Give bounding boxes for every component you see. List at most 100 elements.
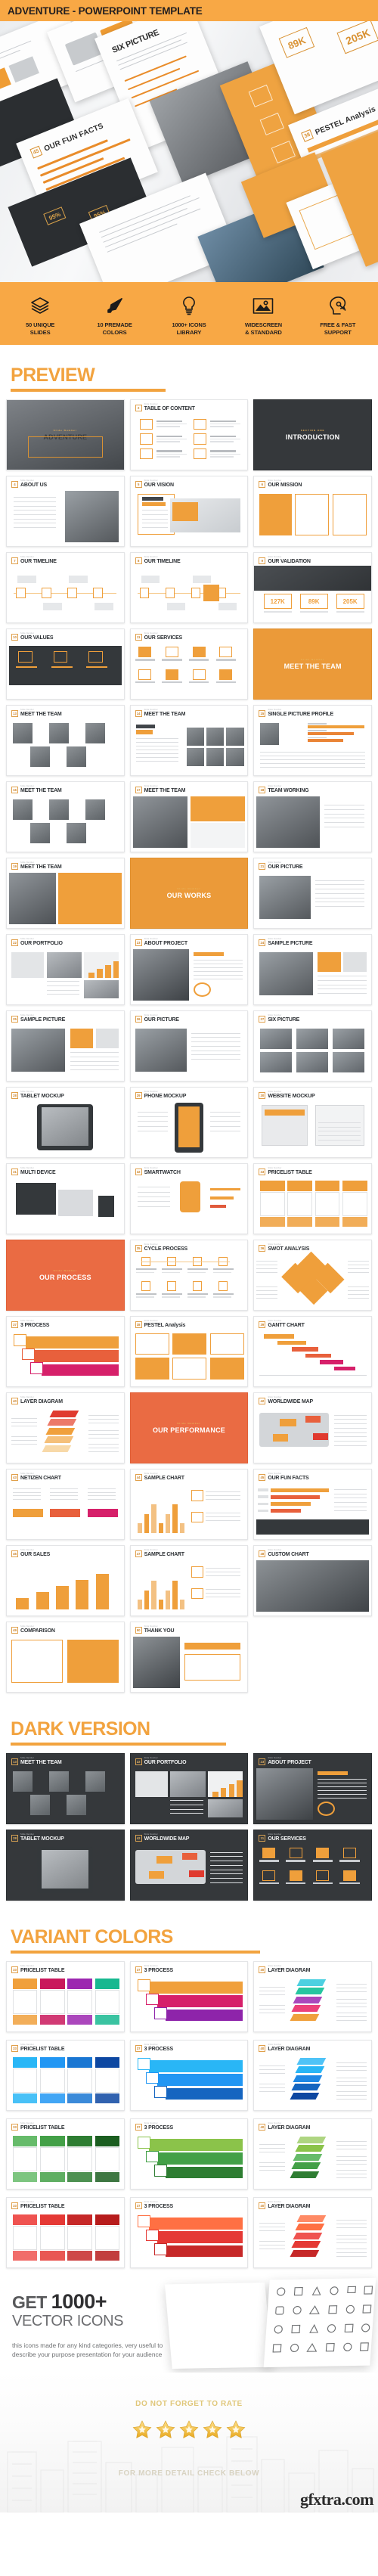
slide-shape <box>317 1771 349 1776</box>
slide-card[interactable]: 33 Slide Number PRICELIST TABLE <box>6 1961 125 2033</box>
slide-card[interactable]: 31 Slide Number MULTI DEVICE <box>6 1163 125 1235</box>
slide-shape <box>259 2072 285 2074</box>
slide-shape <box>308 732 354 735</box>
slide-title: SAMPLE CHART <box>144 1476 184 1482</box>
slide-card[interactable]: Slide Number OUR WORKS <box>129 858 249 930</box>
slide-card[interactable]: 49 Slide Number COMPARISON <box>6 1622 125 1693</box>
slide-number: 37 <box>135 2044 142 2052</box>
star-icon[interactable] <box>155 2419 176 2444</box>
slide-card[interactable]: 16 Slide Number MEET THE TEAM <box>6 781 125 853</box>
slide-shape <box>259 2069 285 2070</box>
slide-card[interactable]: 6 Slide Number OUR MISSION <box>253 476 372 548</box>
slide-card[interactable]: 40 Slide Number LAYER DIAGRAM <box>6 1392 125 1464</box>
slide-shape <box>205 1575 241 1576</box>
slide-card[interactable]: 14 Slide Number MEET THE TEAM <box>129 705 249 777</box>
slide-shape <box>67 1640 119 1683</box>
slide-card[interactable]: 4 Slide Number ABOUT US <box>6 476 125 548</box>
slide-shape <box>17 576 36 584</box>
slide-card[interactable]: 40 Slide Number LAYER DIAGRAM <box>253 2040 372 2112</box>
slide-card[interactable]: 29 Slide Number PHONE MOCKUP <box>129 1087 249 1159</box>
slide-card[interactable]: 23 Slide Number ABOUT PROJECT <box>253 1753 372 1825</box>
slide-card[interactable]: Slide Number OUR PROCESS <box>6 1240 125 1311</box>
slide-card[interactable]: 22 Slide Number OUR PORTFOLIO <box>129 1753 249 1825</box>
slide-card[interactable]: SECTION ONE INTRODUCTION <box>253 399 372 471</box>
slide-card[interactable]: 10 Slide Number OUR VALUES <box>6 628 125 700</box>
slide-shape <box>97 969 103 979</box>
slide-card[interactable]: 37 Slide Number 3 PROCESS <box>129 1961 249 2033</box>
slide-card[interactable]: 2 Slide Number TABLE OF CONTENT <box>129 399 249 471</box>
slide-card[interactable]: 19 Slide Number MEET THE TEAM <box>6 858 125 930</box>
slide-card[interactable]: 33 Slide Number PRICELIST TABLE <box>6 2118 125 2190</box>
slide-title: OUR SERVICES <box>268 1836 306 1842</box>
slide-card[interactable]: 36 Slide Number SWOT ANALYSIS <box>253 1240 372 1311</box>
feature-item: 50 UNIQUE SLIDES <box>3 293 77 336</box>
slide-card[interactable]: 11 Slide Number OUR SERVICES <box>253 1830 372 1901</box>
slide-card[interactable]: 26 Slide Number OUR PICTURE <box>129 1010 249 1082</box>
slide-card[interactable]: 40 Slide Number LAYER DIAGRAM <box>253 1961 372 2033</box>
slide-card[interactable]: 17 Slide Number MEET THE TEAM <box>129 781 249 853</box>
slide-card[interactable]: 44 Slide Number SAMPLE CHART <box>129 1469 249 1541</box>
star-icon[interactable] <box>202 2419 223 2444</box>
star-icon[interactable] <box>132 2419 153 2444</box>
slide-shape <box>205 1494 241 1496</box>
slide-card[interactable]: 43 Slide Number NETIZEN CHART <box>6 1469 125 1541</box>
slide-card[interactable]: 38 Slide Number PESTEL Analysis <box>129 1316 249 1388</box>
slide-shape <box>93 587 103 599</box>
star-icon[interactable] <box>225 2419 246 2444</box>
slide-card[interactable]: 9 Slide Number OUR VALIDATION 127K 89K 205K <box>253 552 372 624</box>
slide-card[interactable]: 22 Slide Number OUR PORTFOLIO <box>6 934 125 1006</box>
slide-card[interactable]: 7 Slide Number OUR TIMELINE <box>6 552 125 624</box>
slide-card[interactable]: 23 Slide Number ABOUT PROJECT <box>129 934 249 1006</box>
slide-title: PRICELIST TABLE <box>20 2204 65 2210</box>
icon-sheet-glyphs <box>272 2286 373 2353</box>
slide-card[interactable]: Slide Number ADVENTURE <box>6 399 125 471</box>
slide-card[interactable]: 37 Slide Number 3 PROCESS <box>129 2040 249 2112</box>
slide-card[interactable]: 40 Slide Number LAYER DIAGRAM <box>253 2197 372 2269</box>
slide-card[interactable]: 24 Slide Number SAMPLE PICTURE <box>253 934 372 1006</box>
slide-card[interactable]: 39 Slide Number GANTT CHART <box>253 1316 372 1388</box>
bar <box>144 1590 150 1610</box>
slide-shape <box>88 1418 119 1420</box>
slide-card[interactable]: 5 Slide Number OUR VISION <box>129 476 249 548</box>
slide-card[interactable]: 37 Slide Number 3 PROCESS <box>129 2197 249 2269</box>
slide-card[interactable]: Slide Number MEET THE TEAM <box>253 628 372 700</box>
slide-title: OUR SALES <box>20 1552 51 1558</box>
slide-card[interactable]: 28 Slide Number TABLET MOCKUP <box>6 1087 125 1159</box>
slide-card[interactable]: 21 Slide Number OUR PICTURE <box>253 858 372 930</box>
star-icon[interactable] <box>178 2419 200 2444</box>
slide-card[interactable]: 42 Slide Number WORLDWIDE MAP <box>253 1392 372 1464</box>
slide-card[interactable]: 13 Slide Number MEET THE TEAM <box>6 1753 125 1825</box>
slide-body <box>7 642 124 696</box>
slide-card[interactable]: Slide Number OUR PERFORMANCE <box>129 1392 249 1464</box>
slide-card[interactable]: 37 Slide Number 3 PROCESS <box>129 2118 249 2190</box>
slide-card[interactable]: 15 Slide Number SINGLE PICTURE PROFILE <box>253 705 372 777</box>
slide-card[interactable]: 13 Slide Number MEET THE TEAM <box>6 705 125 777</box>
slide-shape <box>256 1294 278 1296</box>
slide-card[interactable]: 35 Slide Number CYCLE PROCESS <box>129 1240 249 1311</box>
slide-card[interactable]: 27 Slide Number SIX PICTURE <box>253 1010 372 1082</box>
slide-card[interactable]: 18 Slide Number TEAM WORKING <box>253 781 372 853</box>
slide-card[interactable]: 33 Slide Number PRICELIST TABLE <box>6 2040 125 2112</box>
price-header <box>94 2135 120 2146</box>
slide-card[interactable]: 50 Slide Number THANK YOU <box>129 1622 249 1693</box>
process-step <box>153 2086 167 2098</box>
slide-card[interactable]: 37 Slide Number 3 PROCESS <box>6 1316 125 1388</box>
slide-card[interactable]: 47 Slide Number SAMPLE CHART <box>129 1545 249 1617</box>
slide-shape <box>191 1041 241 1043</box>
slide-card[interactable]: 40 Slide Number LAYER DIAGRAM <box>253 2118 372 2190</box>
star-rating[interactable] <box>0 2419 378 2444</box>
slide-number: 37 <box>11 1321 18 1328</box>
slide-card[interactable]: 46 Slide Number OUR SALES <box>6 1545 125 1617</box>
slide-card[interactable]: 11 Slide Number OUR SERVICES <box>129 628 249 700</box>
slide-card[interactable]: 33 Slide Number PRICELIST TABLE <box>253 1163 372 1235</box>
slide-card[interactable]: 25 Slide Number SAMPLE PICTURE <box>6 1010 125 1082</box>
slide-card[interactable]: 32 Slide Number SMARTWATCH <box>129 1163 249 1235</box>
slide-card[interactable]: 30 Slide Number WEBSITE MOCKUP <box>253 1087 372 1159</box>
slide-shape <box>46 989 79 991</box>
slide-card[interactable]: 48 Slide Number CUSTOM CHART <box>253 1545 372 1617</box>
slide-card[interactable]: 8 Slide Number OUR TIMELINE <box>129 552 249 624</box>
slide-card[interactable]: 28 Slide Number TABLET MOCKUP <box>6 1830 125 1901</box>
slide-card[interactable]: 42 Slide Number WORLDWIDE MAP <box>129 1830 249 1901</box>
slide-card[interactable]: 33 Slide Number PRICELIST TABLE <box>6 2197 125 2269</box>
slide-card[interactable]: 45 Slide Number OUR FUN FACTS <box>253 1469 372 1541</box>
